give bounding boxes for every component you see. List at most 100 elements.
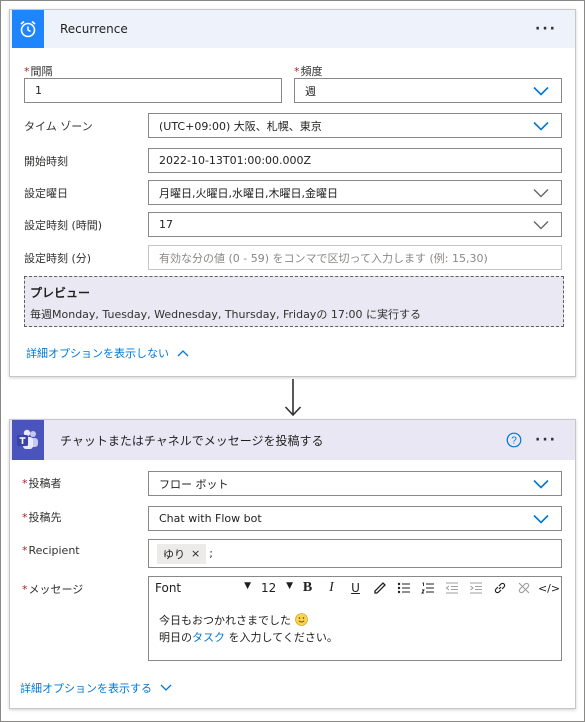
svg-text:?: ?	[511, 436, 517, 447]
teams-card-header[interactable]: チャットまたはチャネルでメッセージを投稿する ? ···	[10, 420, 575, 460]
post-in-dropdown[interactable]: Chat with Flow bot	[148, 506, 562, 531]
chevron-down-icon	[533, 86, 549, 96]
message-line-2-prefix: 明日の	[159, 631, 192, 644]
show-advanced-label: 詳細オプションを表示する	[20, 682, 152, 695]
weekdays-value: 月曜日,火曜日,水曜日,木曜日,金曜日	[159, 186, 338, 200]
teams-more-button[interactable]: ···	[535, 432, 557, 448]
recipient-label-text: Recipient	[28, 544, 80, 557]
chevron-up-icon	[177, 350, 189, 357]
unlink-icon[interactable]	[514, 579, 533, 597]
chevron-down-icon	[160, 684, 172, 691]
required-asterisk: *	[22, 544, 28, 557]
recurrence-card-header[interactable]: Recurrence ···	[10, 10, 575, 48]
start-time-value: 2022-10-13T01:00:00.000Z	[159, 154, 312, 167]
recipient-chip-label: ゆり	[163, 547, 185, 561]
code-view-button[interactable]: </>	[538, 579, 560, 597]
designer-canvas: Recurrence ··· *間隔 1 *頻度 週 タイム ゾーン (UTC+…	[0, 0, 585, 722]
poster-label-text: 投稿者	[28, 477, 62, 490]
minutes-placeholder: 有効な分の値 (0 - 59) をコンマで区切って入力します (例: 15,30…	[159, 251, 488, 265]
highlight-pen-icon[interactable]	[370, 579, 389, 597]
hours-value: 17	[159, 218, 173, 231]
message-line-2-suffix: を入力してください。	[225, 631, 338, 644]
font-value: Font	[155, 581, 182, 595]
required-asterisk: *	[294, 65, 300, 78]
smiley-emoji-icon	[294, 613, 308, 626]
message-line-2: 明日のタスク を入力してください。	[159, 629, 338, 646]
task-dynamic-content[interactable]: タスク	[192, 631, 225, 644]
poster-value: フロー ボット	[159, 477, 229, 491]
preview-text: 毎週Monday, Tuesday, Wednesday, Thursday, …	[30, 308, 422, 321]
recurrence-more-button[interactable]: ···	[535, 21, 557, 37]
poster-dropdown[interactable]: フロー ボット	[148, 471, 562, 496]
recipient-separator: ;	[209, 547, 213, 560]
teams-icon	[12, 420, 44, 460]
teams-card-title: チャットまたはチャネルでメッセージを投稿する	[60, 433, 324, 448]
frequency-label-text: 頻度	[300, 65, 323, 78]
font-size-dropdown[interactable]: 12 ▼	[261, 581, 293, 595]
preview-title: プレビュー	[30, 286, 91, 300]
post-in-label: *投稿先	[22, 509, 62, 525]
interval-value: 1	[35, 84, 42, 97]
bold-button[interactable]: B	[298, 579, 317, 597]
numbered-list-icon[interactable]	[418, 579, 437, 597]
required-asterisk: *	[22, 477, 28, 490]
required-asterisk: *	[22, 583, 28, 596]
message-line-1-text: 今日もおつかれさまでした	[159, 614, 291, 627]
chevron-down-icon	[533, 479, 549, 489]
teams-post-card: チャットまたはチャネルでメッセージを投稿する ? ··· *投稿者 フロー ボッ…	[9, 419, 576, 709]
frequency-label: *頻度	[294, 63, 323, 79]
interval-label-text: 間隔	[30, 65, 53, 78]
post-in-value: Chat with Flow bot	[159, 512, 262, 525]
frequency-dropdown[interactable]: 週	[294, 78, 562, 103]
italic-button[interactable]: I	[322, 579, 341, 597]
weekdays-label: 設定曜日	[24, 187, 68, 200]
link-icon[interactable]	[490, 579, 509, 597]
recurrence-card: Recurrence ··· *間隔 1 *頻度 週 タイム ゾーン (UTC+…	[9, 9, 576, 377]
message-label-text: メッセージ	[28, 583, 84, 596]
required-asterisk: *	[24, 65, 30, 78]
decrease-indent-icon[interactable]	[442, 579, 461, 597]
alarm-clock-icon	[12, 10, 44, 48]
timezone-value: (UTC+09:00) 大阪、札幌、東京	[159, 119, 322, 133]
recipient-input[interactable]: ゆり × ;	[148, 539, 562, 568]
weekdays-dropdown[interactable]: 月曜日,火曜日,水曜日,木曜日,金曜日	[148, 180, 562, 205]
message-line-1: 今日もおつかれさまでした	[159, 612, 338, 629]
caret-down-icon: ▼	[244, 581, 251, 591]
recipient-chip[interactable]: ゆり ×	[157, 543, 207, 564]
hours-label: 設定時刻 (時間)	[24, 219, 103, 232]
post-in-label-text: 投稿先	[28, 511, 62, 524]
schedule-preview: プレビュー 毎週Monday, Tuesday, Wednesday, Thur…	[24, 276, 564, 327]
increase-indent-icon[interactable]	[466, 579, 485, 597]
interval-input[interactable]: 1	[24, 78, 282, 103]
arrow-down-icon	[284, 379, 302, 417]
show-advanced-options-link[interactable]: 詳細オプションを表示する	[20, 680, 172, 696]
bulleted-list-icon[interactable]	[394, 579, 413, 597]
chevron-down-icon	[533, 514, 549, 524]
frequency-value: 週	[305, 84, 316, 98]
interval-label: *間隔	[24, 63, 53, 79]
start-time-input[interactable]: 2022-10-13T01:00:00.000Z	[148, 148, 562, 173]
message-label: *メッセージ	[22, 581, 83, 597]
underline-button[interactable]: U	[346, 579, 365, 597]
timezone-dropdown[interactable]: (UTC+09:00) 大阪、札幌、東京	[148, 113, 562, 138]
hide-advanced-options-link[interactable]: 詳細オプションを表示しない	[26, 345, 189, 361]
font-family-dropdown[interactable]: Font ▼	[155, 581, 251, 595]
chevron-down-icon	[533, 188, 549, 197]
minutes-input[interactable]: 有効な分の値 (0 - 59) をコンマで区切って入力します (例: 15,30…	[148, 245, 562, 270]
hide-advanced-label: 詳細オプションを表示しない	[26, 347, 169, 360]
minutes-label: 設定時刻 (分)	[24, 252, 92, 265]
timezone-label: タイム ゾーン	[24, 120, 93, 133]
recipient-label: *Recipient	[22, 544, 80, 557]
required-asterisk: *	[22, 511, 28, 524]
rich-text-toolbar: Font ▼ 12 ▼ B I U </>	[149, 577, 561, 599]
caret-down-icon: ▼	[286, 581, 293, 591]
help-icon[interactable]: ?	[506, 432, 522, 448]
chevron-down-icon	[533, 220, 549, 229]
start-time-label: 開始時刻	[24, 155, 68, 168]
hours-dropdown[interactable]: 17	[148, 212, 562, 237]
message-body: 今日もおつかれさまでした 明日のタスク を入力してください。	[159, 612, 338, 646]
poster-label: *投稿者	[22, 475, 62, 491]
recurrence-title: Recurrence	[60, 22, 128, 36]
remove-chip-icon[interactable]: ×	[191, 547, 200, 560]
message-editor[interactable]: Font ▼ 12 ▼ B I U </> 今日もおつかれさまでした 明日のタス…	[148, 576, 562, 661]
